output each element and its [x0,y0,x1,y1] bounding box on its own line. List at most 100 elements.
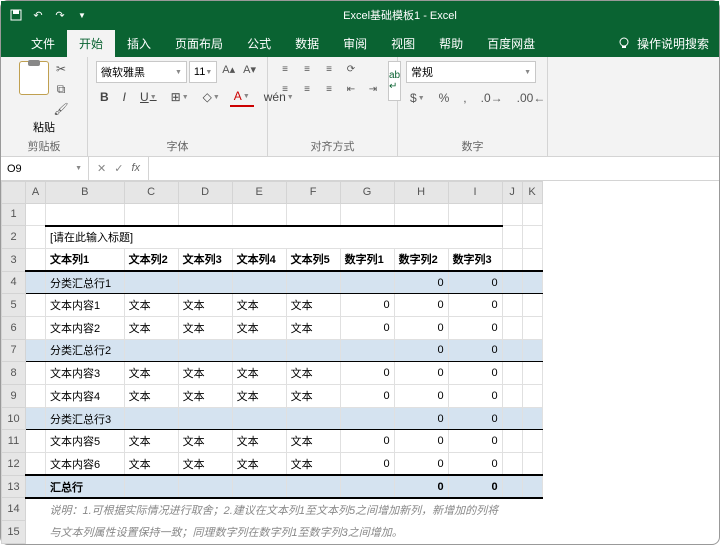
cell[interactable]: 0 [340,362,394,385]
tab-insert[interactable]: 插入 [115,30,163,57]
align-center-icon[interactable]: ≡ [298,81,316,97]
note[interactable]: 说明：1.可根据实际情况进行取舍；2.建议在文本列1至文本列5之间增加新列，新增… [46,498,503,521]
table-header[interactable]: 数字列1 [340,248,394,271]
cell[interactable]: 0 [394,407,448,430]
qat-dropdown-icon[interactable]: ▼ [75,8,89,22]
cell[interactable] [26,203,46,226]
cell[interactable] [394,203,448,226]
col-header[interactable]: J [502,182,522,204]
table-header[interactable]: 数字列3 [448,248,502,271]
cancel-icon[interactable]: ✕ [97,162,106,175]
format-painter-icon[interactable]: 🖌 [53,101,69,117]
increase-decimal-button[interactable]: .0→ [477,89,507,107]
cell[interactable]: 0 [394,475,448,498]
cell[interactable] [340,475,394,498]
cell[interactable] [522,203,542,226]
enter-icon[interactable]: ✓ [114,162,123,175]
redo-icon[interactable]: ↷ [53,8,67,22]
bold-button[interactable]: B [96,88,113,106]
col-header[interactable]: A [26,182,46,204]
number-format-select[interactable]: 常规▼ [406,61,536,83]
cell[interactable] [340,203,394,226]
cell[interactable]: 文本 [124,294,178,317]
cell[interactable]: 文本 [232,453,286,476]
indent-decrease-icon[interactable]: ⇤ [342,81,360,97]
cell[interactable]: 文本 [178,294,232,317]
table-header[interactable]: 文本列3 [178,248,232,271]
tell-me[interactable]: 操作说明搜索 [607,29,719,57]
col-header[interactable]: K [522,182,542,204]
cell[interactable]: 0 [448,475,502,498]
tab-view[interactable]: 视图 [379,30,427,57]
align-bottom-icon[interactable]: ≡ [320,61,338,77]
comma-format-button[interactable]: , [459,89,470,107]
cell[interactable]: 0 [448,385,502,408]
table-header[interactable]: 文本列2 [124,248,178,271]
font-name-select[interactable]: 微软雅黑▼ [96,61,187,83]
fill-color-button[interactable]: ◇▼ [199,88,224,106]
cell[interactable] [502,203,522,226]
cell[interactable]: 文本内容4 [46,385,125,408]
cell[interactable]: 文本 [232,316,286,339]
cell[interactable]: 0 [340,430,394,453]
cell[interactable]: 文本 [232,385,286,408]
paste-icon[interactable] [19,61,49,95]
decrease-font-icon[interactable]: A▾ [240,61,259,83]
col-header[interactable]: C [124,182,178,204]
fx-icon[interactable]: fx [131,162,140,175]
cell[interactable] [178,339,232,362]
tab-data[interactable]: 数据 [283,30,331,57]
cell[interactable]: 文本 [286,453,340,476]
cell[interactable] [286,203,340,226]
cell[interactable] [124,271,178,294]
cut-icon[interactable]: ✂ [53,61,69,77]
note[interactable]: 与文本列属性设置保持一致；同理数字列在数字列1至数字列3之间增加。 [46,521,503,544]
cell[interactable]: 0 [448,453,502,476]
save-icon[interactable] [9,8,23,22]
cell[interactable] [124,475,178,498]
cell[interactable]: 文本内容2 [46,316,125,339]
cell[interactable]: 分类汇总行1 [46,271,125,294]
cell[interactable]: 0 [394,294,448,317]
decrease-decimal-button[interactable]: .00← [513,89,550,107]
cell[interactable] [340,271,394,294]
tab-formulas[interactable]: 公式 [235,30,283,57]
cell[interactable] [340,407,394,430]
paste-label[interactable]: 粘贴 [33,119,55,135]
cell[interactable] [124,203,178,226]
cell[interactable]: 0 [394,385,448,408]
col-header[interactable]: H [394,182,448,204]
row-header[interactable]: 1 [2,203,26,226]
cell[interactable]: 文本 [232,294,286,317]
cell[interactable] [178,271,232,294]
worksheet-grid[interactable]: ABCDEFGHIJK12[请在此输入标题]3文本列1文本列2文本列3文本列4文… [1,181,719,544]
table-title[interactable]: [请在此输入标题] [46,226,503,249]
cell[interactable]: 文本 [286,294,340,317]
cell[interactable] [340,339,394,362]
cell[interactable]: 0 [340,453,394,476]
cell[interactable] [232,271,286,294]
cell[interactable]: 文本 [178,430,232,453]
cell[interactable] [286,475,340,498]
cell[interactable]: 0 [340,294,394,317]
cell[interactable]: 0 [340,316,394,339]
col-header[interactable]: G [340,182,394,204]
cell[interactable]: 文本内容5 [46,430,125,453]
cell[interactable] [286,339,340,362]
increase-font-icon[interactable]: A▴ [219,61,238,83]
cell[interactable]: 0 [448,271,502,294]
undo-icon[interactable]: ↶ [31,8,45,22]
cell[interactable]: 汇总行 [46,475,125,498]
cell[interactable] [232,475,286,498]
tab-home[interactable]: 开始 [67,30,115,57]
cell[interactable]: 分类汇总行2 [46,339,125,362]
cell[interactable]: 文本内容3 [46,362,125,385]
underline-button[interactable]: U▼ [136,88,161,106]
cell[interactable] [178,407,232,430]
cell[interactable]: 文本 [286,385,340,408]
cell[interactable]: 0 [394,271,448,294]
cell[interactable]: 文本 [124,453,178,476]
col-header[interactable]: I [448,182,502,204]
tab-review[interactable]: 审阅 [331,30,379,57]
font-size-select[interactable]: 11▼ [189,61,217,83]
